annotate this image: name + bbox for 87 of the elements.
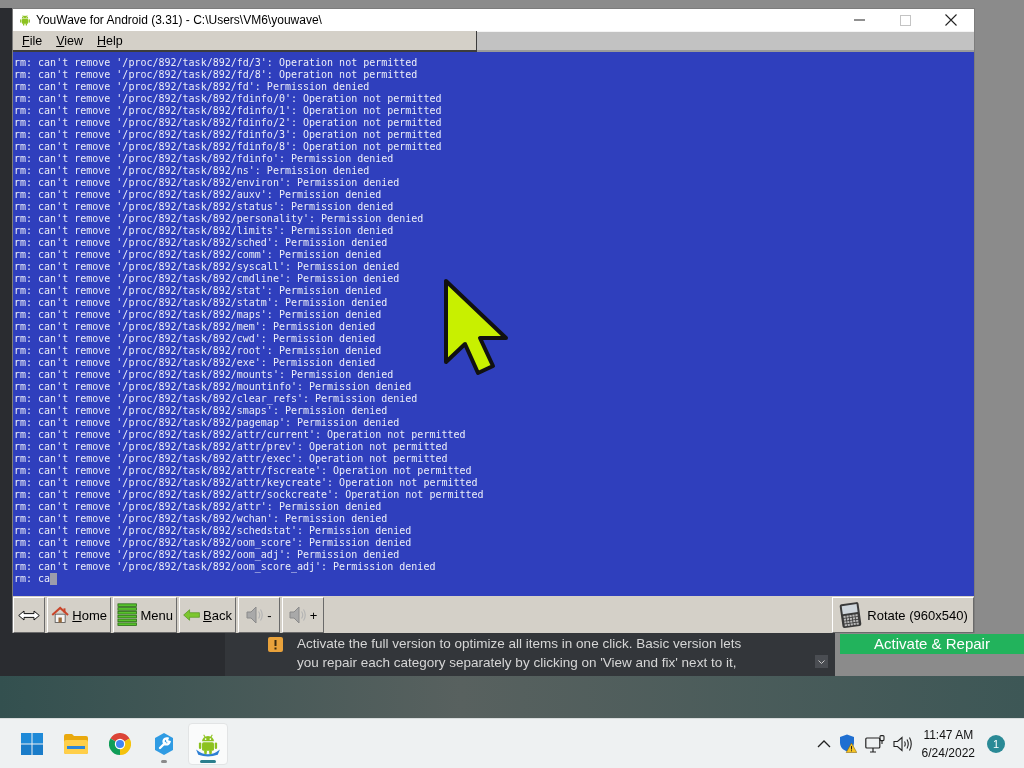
terminal-line: rm: can't remove '/proc/892/task/892/schedstat': Permission denied [14, 525, 413, 537]
volume-up-button[interactable]: + [282, 597, 324, 633]
browser-icon [109, 732, 131, 755]
volume-down-button[interactable]: - [238, 597, 280, 633]
tray-overflow-button[interactable] [815, 739, 832, 748]
menu-item[interactable]: Help [90, 33, 130, 48]
speaker-icon [288, 605, 307, 625]
terminal-line: rm: can't remove '/proc/892/task/892/attr/current': Operation not permitted [14, 429, 467, 441]
text-cursor-icon [50, 573, 58, 585]
terminal-line: rm: can't remove '/proc/892/task/892/ns': Permission denied [14, 165, 371, 177]
terminal-line: rm: can't remove '/proc/892/task/892/fdinfo/1': Operation not permitted [14, 105, 443, 117]
menu-icon [117, 602, 138, 628]
double-arrow-icon [18, 609, 40, 621]
terminal-line: rm: can't remove '/proc/892/task/892/stat': Permission denied [14, 285, 383, 297]
mouse-pointer-icon [443, 278, 511, 376]
speaker-icon [892, 735, 913, 752]
terminal-line: rm: can't remove '/proc/892/task/892/mem': Permission denied [14, 321, 377, 333]
terminal-line: rm: can't remove '/proc/892/task/892/oom_adj': Permission denied [14, 549, 401, 561]
terminal-line: rm: can't remove '/proc/892/task/892/comm': Permission denied [14, 249, 383, 261]
window-title: YouWave for Android (3.31) - C:\Users\VM6\youwave\ [36, 13, 322, 27]
notice-text: Activate the full version to optimize all items in one click. Basic version lets you repair each category separately by clicking on 'View and fix' next to it, [297, 635, 742, 672]
terminal-line: rm: can't remove '/proc/892/task/892/limits': Permission denied [14, 225, 395, 237]
terminal-line: rm: can't remove '/proc/892/task/892/mounts': Permission denied [14, 369, 395, 381]
close-icon [945, 14, 957, 26]
terminal-line: rm: can't remove '/proc/892/task/892/syscall': Permission denied [14, 261, 401, 273]
taskbar-app-button[interactable] [188, 722, 228, 765]
four-squares-icon [21, 732, 43, 755]
terminal-line: rm: can't remove '/proc/892/task/892/fdinfo/2': Operation not permitted [14, 117, 443, 129]
terminal-line: rm: can't remove '/proc/892/task/892/wchan': Permission denied [14, 513, 389, 525]
terminal-line: rm: can't remove '/proc/892/task/892/sched': Permission denied [14, 237, 389, 249]
network-tray-button[interactable] [863, 734, 886, 753]
terminal-line: rm: can't remove '/proc/892/task/892/fdinfo': Permission denied [14, 153, 395, 165]
terminal-line: rm: can't remove '/proc/892/task/892/oom_score_adj': Permission denied [14, 561, 437, 573]
terminal-line: rm: can't remove '/proc/892/task/892/clear_refs': Permission denied [14, 393, 419, 405]
terminal-line: rm: can't remove '/proc/892/task/892/fd/8': Operation not permitted [14, 69, 419, 81]
terminal-line: rm: can't remove '/proc/892/task/892/attr/exec': Operation not permitted [14, 453, 449, 465]
terminal-line: rm: can't remove '/proc/892/task/892/cmdline': Permission denied [14, 273, 401, 285]
scroll-down-button[interactable] [815, 655, 828, 668]
volume-tray-button[interactable] [891, 735, 914, 752]
terminal-line: rm: can't remove '/proc/892/task/892/oom_score': Permission denied [14, 537, 413, 549]
terminal-line: rm: can't remove '/proc/892/task/892/statm': Permission denied [14, 297, 389, 309]
terminal-line: rm: can't remove '/proc/892/task/892/attr/keycreate': Operation not permitted [14, 477, 479, 489]
terminal-line: rm: can't remove '/proc/892/task/892/auxv': Permission denied [14, 189, 383, 201]
terminal-line: rm: can't remove '/proc/892/task/892/smaps': Permission denied [14, 405, 389, 417]
house-icon [51, 604, 70, 626]
folder-icon [64, 733, 88, 754]
terminal-line: rm: can't remove '/proc/892/task/892/personality': Permission denied [14, 213, 425, 225]
menu-item[interactable]: View [49, 33, 91, 48]
warning-icon [268, 637, 283, 652]
terminal-line: rm: can't remove '/proc/892/task/892/fdinfo/3': Operation not permitted [14, 129, 443, 141]
terminal-line: rm: can't remove '/proc/892/task/892/attr/fscreate': Operation not permitted [14, 465, 473, 477]
menu-button[interactable]: Menu [113, 597, 177, 633]
menu-item[interactable]: File [15, 33, 50, 48]
notification-badge[interactable]: 1 [987, 734, 1005, 753]
terminal-input[interactable]: rm: ca [14, 573, 51, 585]
terminal-line: rm: can't remove '/proc/892/task/892/mountinfo': Permission denied [14, 381, 413, 393]
terminal-line: rm: can't remove '/proc/892/task/892/fdinfo/0': Operation not permitted [14, 93, 443, 105]
terminal-line: rm: can't remove '/proc/892/task/892/status': Permission denied [14, 201, 395, 213]
arrow-left-icon [183, 606, 201, 624]
terminal-line: rm: can't remove '/proc/892/task/892/maps': Permission denied [14, 309, 383, 321]
back-button[interactable]: Back [179, 597, 236, 633]
chevron-up-icon [816, 739, 831, 748]
terminal-line: rm: can't remove '/proc/892/task/892/exe': Permission denied [14, 357, 377, 369]
clock-time[interactable]: 11:47 AM [923, 725, 974, 744]
wrench-icon [152, 731, 176, 756]
terminal-line: rm: can't remove '/proc/892/task/892/pagemap': Permission denied [14, 417, 401, 429]
home-button[interactable]: Home [47, 597, 111, 633]
clock-date[interactable]: 6/24/2022 [921, 743, 975, 762]
speaker-icon [246, 605, 265, 625]
terminal-line: rm: can't remove '/proc/892/task/892/fd': Permission denied [14, 81, 371, 93]
terminal-line: rm: can't remove '/proc/892/task/892/attr/sockcreate': Operation not permitted [14, 489, 485, 501]
terminal-line: rm: can't remove '/proc/892/task/892/fdinfo/8': Operation not permitted [14, 141, 443, 153]
security-tray-button[interactable] [837, 734, 858, 753]
terminal-line: rm: can't remove '/proc/892/task/892/cwd': Permission denied [14, 333, 377, 345]
network-monitor-icon [864, 734, 885, 753]
terminal-line: rm: can't remove '/proc/892/task/892/fd/3': Operation not permitted [14, 57, 419, 69]
robot-icon [18, 13, 32, 27]
shield-warning-icon [838, 734, 857, 753]
maximize-icon [899, 14, 911, 26]
terminal-line: rm: can't remove '/proc/892/task/892/attr/prev': Operation not permitted [14, 441, 449, 453]
chevron-down-icon [818, 659, 825, 664]
terminal-line: rm: can't remove '/proc/892/task/892/environ': Permission denied [14, 177, 401, 189]
terminal-line: rm: can't remove '/proc/892/task/892/root': Permission denied [14, 345, 383, 357]
rotate-button[interactable]: Rotate (960x540) [832, 597, 974, 633]
minimize-icon [853, 19, 865, 21]
resize-button[interactable] [13, 597, 45, 633]
terminal-line: rm: can't remove '/proc/892/task/892/attr': Permission denied [14, 501, 383, 513]
